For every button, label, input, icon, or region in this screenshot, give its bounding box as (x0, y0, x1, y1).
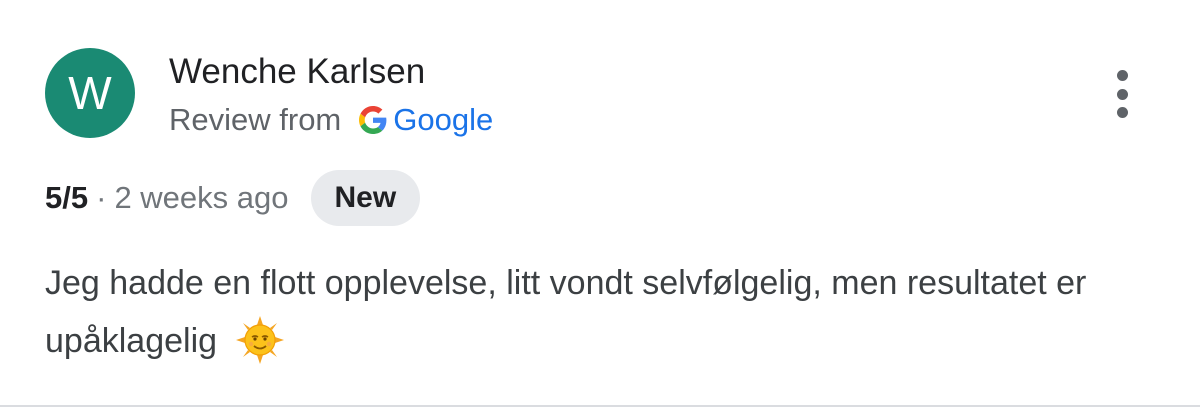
review-source: Review from Google (169, 102, 493, 138)
google-g-icon (359, 106, 387, 134)
review-card: W Wenche Karlsen Review from Google 5/5 … (0, 0, 1200, 407)
google-link[interactable]: Google (393, 102, 493, 138)
avatar-letter: W (68, 67, 112, 119)
new-badge: New (310, 170, 421, 226)
more-vert-icon-dot (1116, 107, 1128, 118)
more-vert-icon (1116, 70, 1128, 81)
avatar[interactable]: W (45, 48, 135, 138)
review-source-label: Review from (169, 102, 342, 137)
more-options-button[interactable] (1104, 66, 1140, 122)
sun-with-face-icon (236, 316, 285, 364)
author-name[interactable]: Wenche Karlsen (169, 52, 425, 92)
timestamp: 2 weeks ago (114, 180, 289, 215)
more-vert-icon-dot (1116, 88, 1128, 100)
rating: 5/5 (45, 180, 89, 215)
review-body: Jeg hadde en flott opplevelse, litt vond… (45, 264, 1087, 360)
review-text: Jeg hadde en flott opplevelse, litt vond… (45, 254, 1125, 370)
separator: · (96, 180, 107, 215)
review-meta: 5/5 · 2 weeks ago New (45, 170, 421, 226)
